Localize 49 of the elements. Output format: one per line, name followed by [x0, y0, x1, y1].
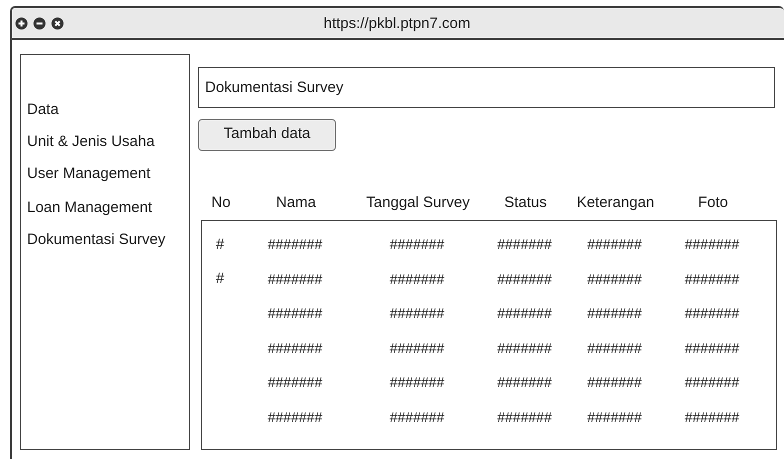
sidebar-item[interactable]: Data	[27, 93, 189, 127]
table-cell-text: #######	[684, 374, 740, 390]
table-cell-text: #######	[684, 305, 740, 322]
column-header: No	[210, 194, 232, 210]
page-title: Dokumentasi Survey	[198, 67, 775, 108]
table-cell-text: #######	[586, 374, 643, 390]
sidebar-item[interactable]: Loan Management	[27, 191, 189, 225]
table-cell-text: #######	[266, 374, 324, 390]
column-header: Keterangan	[576, 194, 656, 210]
sidebar-item[interactable]: Dokumentasi Survey	[27, 225, 189, 255]
table-cell-text: #######	[586, 408, 643, 425]
sidebar-item[interactable]: Unit & Jenis Usaha	[27, 127, 189, 157]
table-cell-text: #	[214, 236, 226, 253]
address-bar[interactable]: https://pkbl.ptpn7.com	[324, 14, 470, 32]
table-cell-text: #######	[684, 236, 740, 252]
table-cell-text: #######	[266, 340, 324, 356]
table-cell-text: #######	[496, 374, 553, 390]
table-cell-text: #######	[388, 236, 446, 252]
table-cell-text: #######	[388, 340, 446, 356]
column-header: Foto	[696, 194, 729, 210]
minus-icon[interactable]	[33, 16, 46, 30]
column-header: Tanggal Survey	[365, 194, 471, 210]
table-cell-text: #	[214, 270, 226, 288]
table-cell-text: #######	[388, 374, 446, 390]
plus-icon[interactable]	[15, 16, 28, 30]
table-cell-text: #######	[388, 408, 446, 425]
table-cell-text: #######	[388, 305, 446, 322]
column-header: Status	[503, 194, 548, 210]
table-cell-text: #######	[684, 340, 740, 356]
table-cell-text: #######	[266, 236, 324, 252]
table-cell-text: #######	[496, 270, 553, 287]
table-cell-text: #######	[496, 305, 553, 322]
table-cell-text: #######	[496, 236, 553, 252]
table-cell-text: #######	[684, 270, 740, 287]
table-cell-text: #######	[388, 270, 446, 287]
table-cell-text: #######	[266, 305, 324, 322]
table-cell-text: #######	[266, 408, 324, 425]
column-header: Nama	[274, 194, 317, 210]
sidebar-item[interactable]: User Management	[27, 157, 189, 191]
table-cell-text: #######	[586, 236, 643, 252]
table-cell-text: #######	[684, 408, 740, 425]
table-cell-text: #######	[586, 340, 643, 356]
close-icon[interactable]	[51, 16, 64, 30]
table-cell-text: #######	[266, 270, 324, 287]
table-cell-text: #######	[586, 305, 643, 322]
add-data-button[interactable]: Tambah data	[198, 119, 336, 151]
table-cell-text: #######	[496, 408, 553, 425]
table-cell-text: #######	[496, 340, 553, 356]
table-cell-text: #######	[586, 270, 643, 287]
